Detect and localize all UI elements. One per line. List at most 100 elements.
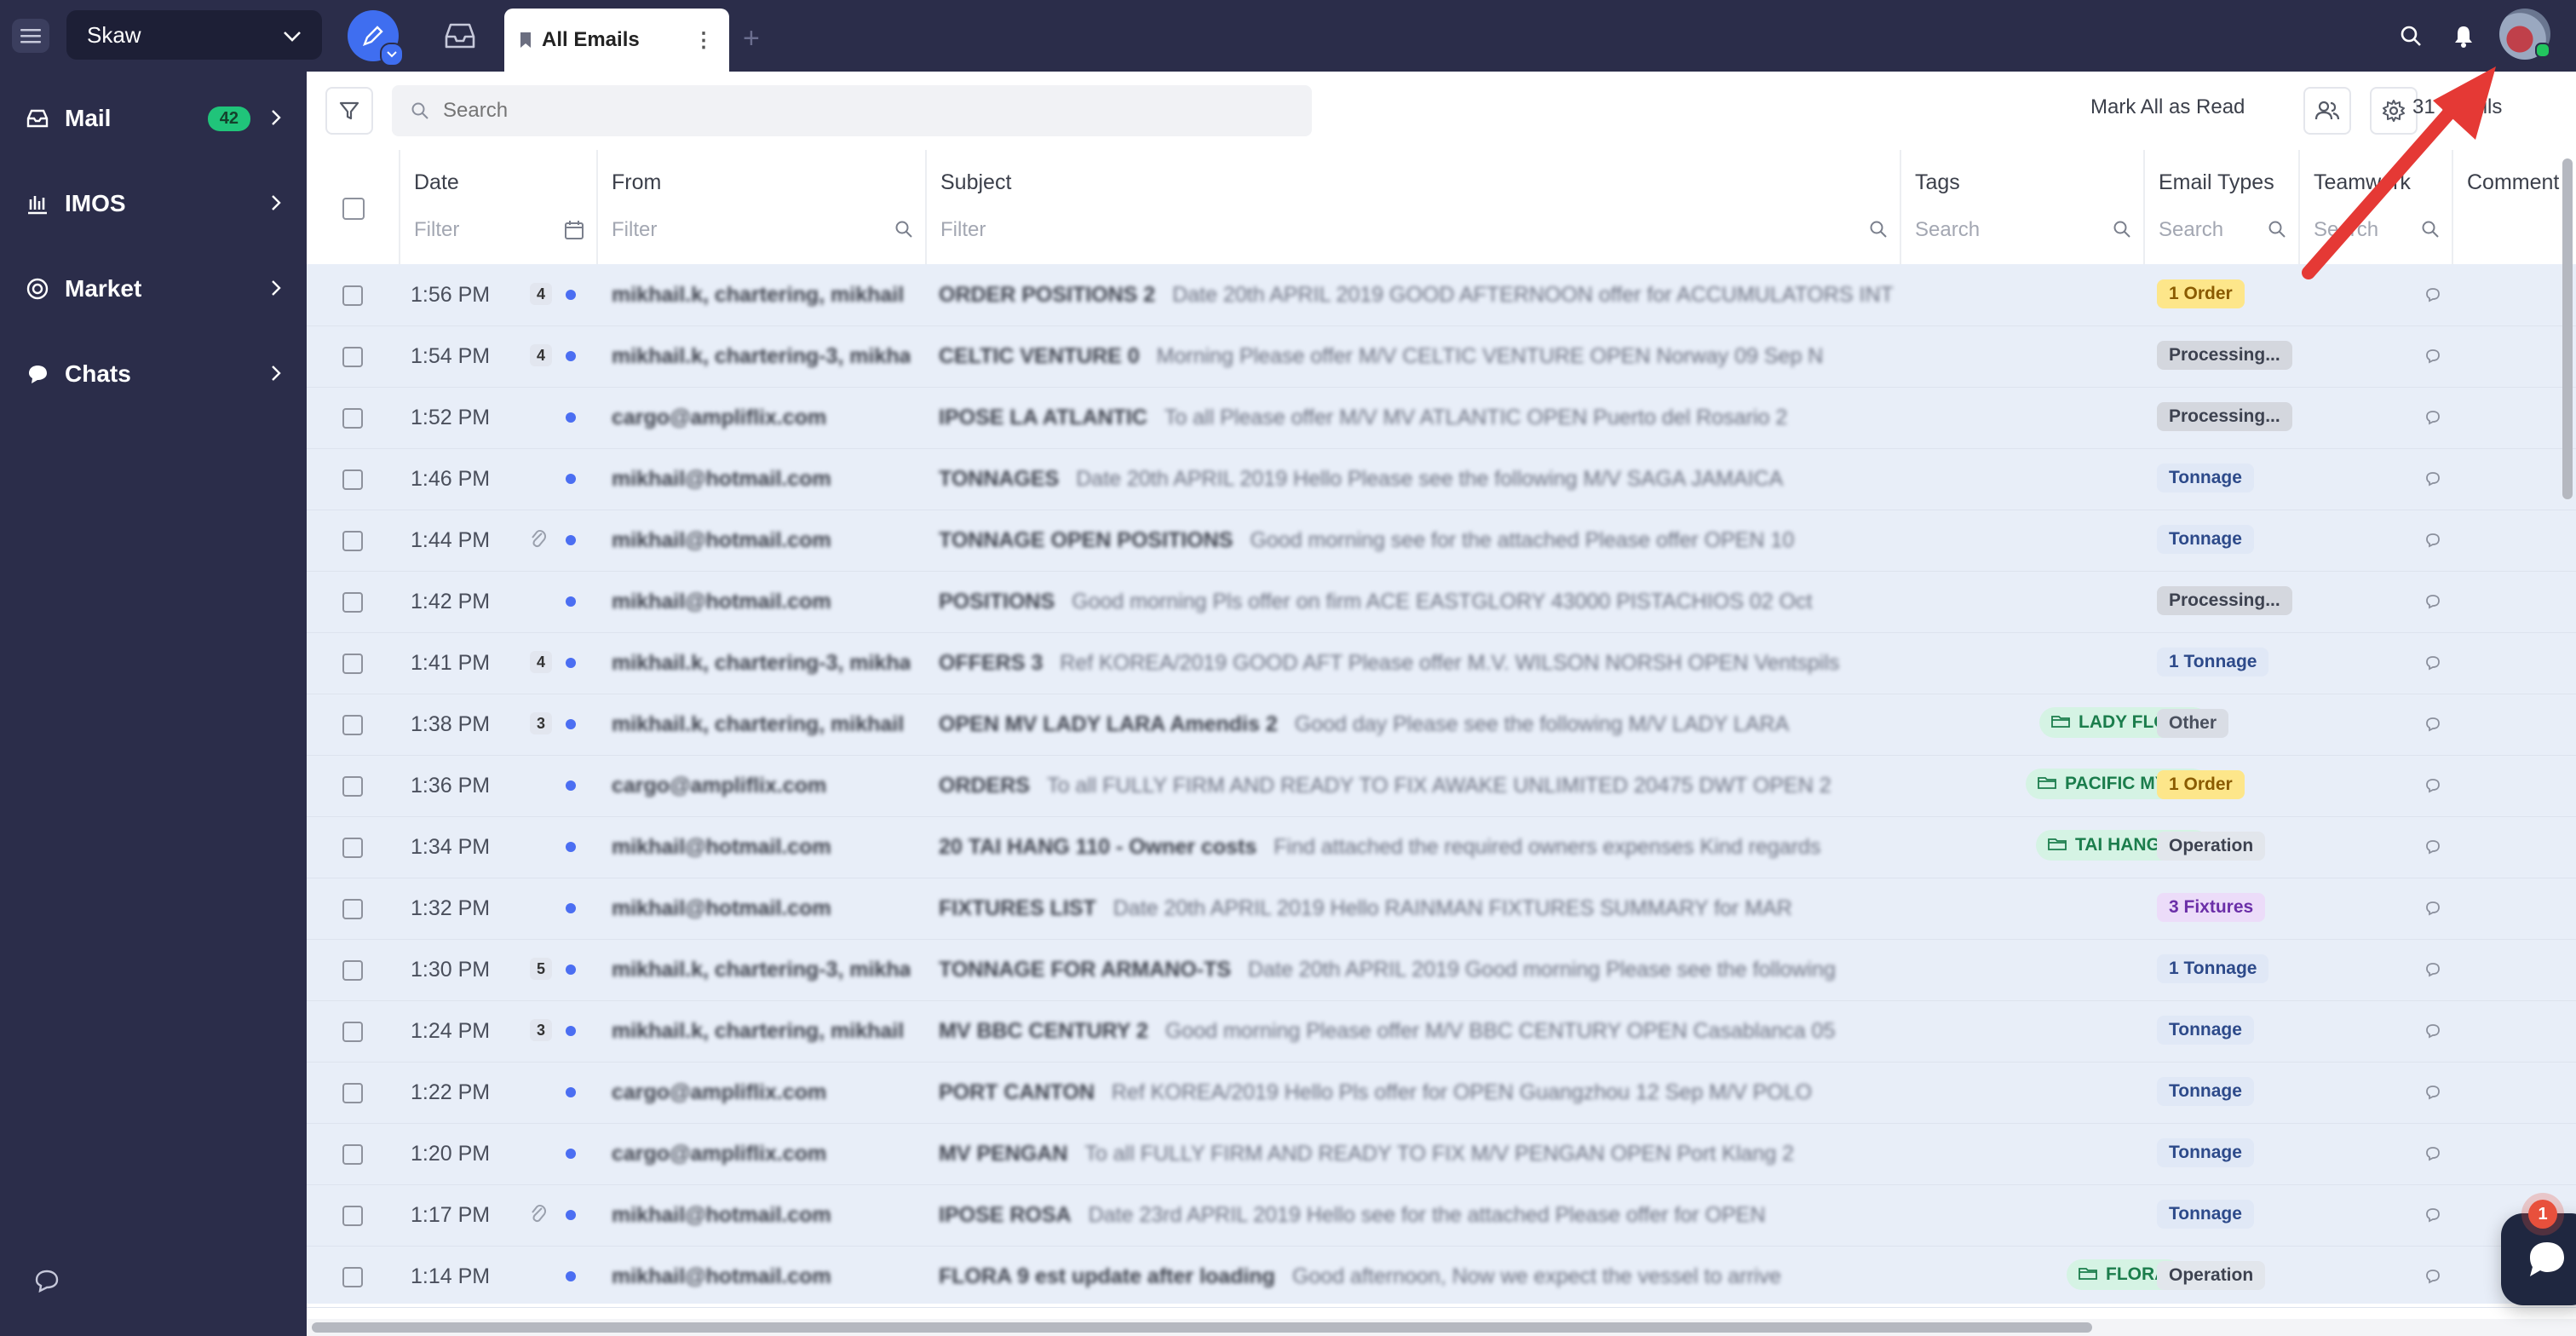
row-checkbox[interactable] [342, 1206, 363, 1226]
menu-icon[interactable] [12, 19, 49, 53]
email-row[interactable]: 1:41 PM 4 mikhail.k, chartering-3, mikhail… [307, 632, 2576, 694]
add-tab-button[interactable]: + [743, 22, 760, 55]
calendar-icon[interactable] [564, 220, 584, 245]
email-row[interactable]: 1:44 PM mikhail@hotmail.com TONNAGE OPEN P… [307, 510, 2576, 572]
email-row[interactable]: 1:34 PM mikhail@hotmail.com 20 TAI HANG 11… [307, 816, 2576, 878]
row-checkbox[interactable] [342, 531, 363, 551]
sidebar-item-imos[interactable]: IMOS [0, 165, 307, 242]
row-checkbox[interactable] [342, 776, 363, 797]
email-types-search[interactable]: Search [2159, 218, 2223, 242]
email-type-badge[interactable]: Processing... [2157, 402, 2292, 431]
email-row[interactable]: 1:32 PM mikhail@hotmail.com FIXTURES LIST D… [307, 878, 2576, 940]
column-subject[interactable]: Subject Filter [925, 150, 1900, 264]
row-checkbox[interactable] [342, 1022, 363, 1042]
comment-icon[interactable] [2424, 1206, 2441, 1228]
email-type-badge[interactable]: Processing... [2157, 341, 2292, 370]
search-field[interactable] [392, 85, 1312, 136]
email-row[interactable]: 1:52 PM cargo@ampliflix.com IPOSE LA ATLAN… [307, 387, 2576, 449]
row-checkbox[interactable] [342, 592, 363, 613]
comment-icon[interactable] [2424, 470, 2441, 492]
horizontal-scrollbar[interactable] [307, 1319, 2576, 1336]
email-type-badge[interactable]: Operation [2157, 832, 2266, 861]
search-icon[interactable] [2113, 220, 2131, 243]
email-type-badge[interactable]: 1 Tonnage [2157, 648, 2269, 677]
email-row[interactable]: 1:46 PM mikhail@hotmail.com TONNAGES Date 2… [307, 448, 2576, 510]
comment-icon[interactable] [2424, 838, 2441, 860]
row-checkbox[interactable] [342, 408, 363, 429]
comment-icon[interactable] [2424, 777, 2441, 798]
column-tags[interactable]: Tags Search [1900, 150, 2143, 264]
email-row[interactable]: 1:24 PM 3 mikhail.k, chartering, mikhail MV… [307, 1000, 2576, 1062]
comment-icon[interactable] [2424, 1268, 2441, 1289]
email-type-badge[interactable]: Other [2157, 709, 2229, 738]
comment-icon[interactable] [2424, 593, 2441, 614]
email-row[interactable]: 1:36 PM cargo@ampliflix.com ORDERS To all F… [307, 755, 2576, 817]
inbox-icon[interactable] [436, 14, 484, 58]
vertical-scrollbar[interactable] [2561, 150, 2574, 1317]
email-row[interactable]: 1:14 PM mikhail@hotmail.com FLORA 9 est up… [307, 1246, 2576, 1308]
tab-all-emails[interactable]: All Emails ⋮ [504, 9, 729, 72]
tab-more-icon[interactable]: ⋮ [693, 28, 714, 53]
comment-icon[interactable] [2424, 409, 2441, 430]
row-checkbox[interactable] [342, 1267, 363, 1287]
email-type-badge[interactable]: Tonnage [2157, 1200, 2254, 1229]
email-type-badge[interactable]: Tonnage [2157, 1016, 2254, 1045]
email-row[interactable]: 1:56 PM 4 mikhail.k, chartering, mikhail OR… [307, 264, 2576, 326]
row-checkbox[interactable] [342, 838, 363, 858]
email-type-badge[interactable]: 1 Order [2157, 770, 2245, 799]
comment-icon[interactable] [2424, 1022, 2441, 1044]
email-row[interactable]: 1:22 PM cargo@ampliflix.com PORT CANTON Ref… [307, 1062, 2576, 1124]
email-row[interactable]: 1:54 PM 4 mikhail.k, chartering-3, mikhail… [307, 325, 2576, 388]
email-type-badge[interactable]: Tonnage [2157, 1077, 2254, 1106]
feedback-icon[interactable] [32, 1268, 66, 1302]
email-row[interactable]: 1:17 PM mikhail@hotmail.com IPOSE ROSA Date… [307, 1184, 2576, 1247]
search-icon[interactable] [1869, 220, 1888, 243]
filter-button[interactable] [325, 87, 373, 135]
sidebar-item-mail[interactable]: Mail 42 [0, 80, 307, 157]
column-from[interactable]: From Filter [596, 150, 925, 264]
sidebar-item-market[interactable]: Market [0, 250, 307, 327]
row-checkbox[interactable] [342, 347, 363, 367]
email-type-badge[interactable]: 1 Order [2157, 279, 2245, 308]
select-all-checkbox[interactable] [342, 198, 365, 220]
comment-icon[interactable] [2424, 716, 2441, 737]
comment-icon[interactable] [2424, 900, 2441, 921]
email-row[interactable]: 1:38 PM 3 mikhail.k, chartering, mikhail OP… [307, 694, 2576, 756]
comment-icon[interactable] [2424, 654, 2441, 676]
email-type-badge[interactable]: Tonnage [2157, 464, 2254, 492]
sidebar-item-chats[interactable]: Chats [0, 336, 307, 412]
email-type-badge[interactable]: Tonnage [2157, 525, 2254, 554]
compose-button[interactable] [348, 10, 404, 66]
compose-dropdown-icon[interactable] [380, 43, 404, 66]
row-checkbox[interactable] [342, 899, 363, 919]
email-row[interactable]: 1:42 PM mikhail@hotmail.com POSITIONS Good … [307, 571, 2576, 633]
tags-search[interactable]: Search [1915, 218, 1980, 242]
column-date[interactable]: Date Filter [399, 150, 596, 264]
row-checkbox[interactable] [342, 654, 363, 674]
email-type-badge[interactable]: Processing... [2157, 586, 2292, 615]
row-checkbox[interactable] [342, 469, 363, 490]
row-checkbox[interactable] [342, 715, 363, 735]
comment-icon[interactable] [2424, 1084, 2441, 1105]
row-checkbox[interactable] [342, 1144, 363, 1165]
search-icon[interactable] [2392, 17, 2429, 55]
row-checkbox[interactable] [342, 960, 363, 981]
email-type-badge[interactable]: 3 Fixtures [2157, 893, 2266, 922]
comment-icon[interactable] [2424, 1145, 2441, 1166]
search-icon[interactable] [894, 220, 913, 243]
email-type-badge[interactable]: Tonnage [2157, 1138, 2254, 1167]
search-input[interactable] [441, 98, 1211, 124]
comment-icon[interactable] [2424, 348, 2441, 369]
bell-icon[interactable] [2445, 17, 2482, 55]
comment-icon[interactable] [2424, 961, 2441, 982]
email-row[interactable]: 1:30 PM 5 mikhail.k, chartering-3, mikhail… [307, 939, 2576, 1001]
row-checkbox[interactable] [342, 1083, 363, 1103]
subject-filter[interactable]: Filter [940, 218, 986, 242]
mark-all-read-button[interactable]: Mark All as Read [2090, 95, 2245, 119]
email-row[interactable]: 1:20 PM cargo@ampliflix.com MV PENGAN To al… [307, 1123, 2576, 1185]
row-checkbox[interactable] [342, 285, 363, 306]
from-filter[interactable]: Filter [612, 218, 657, 242]
date-filter[interactable]: Filter [414, 218, 459, 242]
email-type-badge[interactable]: Operation [2157, 1261, 2266, 1290]
comment-icon[interactable] [2424, 532, 2441, 553]
